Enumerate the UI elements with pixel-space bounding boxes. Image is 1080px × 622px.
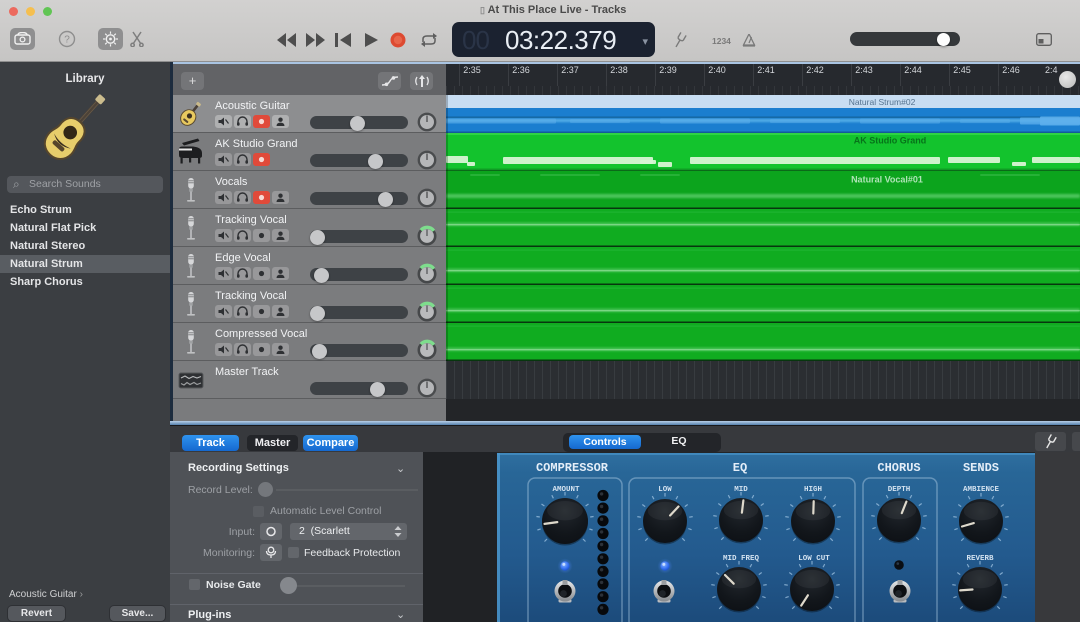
- svg-text:?: ?: [64, 35, 70, 46]
- svg-text:CHORUS: CHORUS: [877, 461, 920, 475]
- svg-text:AMOUNT: AMOUNT: [552, 486, 580, 494]
- svg-text:SENDS: SENDS: [963, 461, 999, 475]
- svg-text:COMPRESSOR: COMPRESSOR: [536, 461, 609, 475]
- svg-text:AMBIENCE: AMBIENCE: [963, 486, 1000, 494]
- svg-text:LOW CUT: LOW CUT: [798, 555, 830, 563]
- svg-text:MID FREQ: MID FREQ: [723, 555, 760, 563]
- svg-text:EQ: EQ: [733, 461, 747, 475]
- svg-text:HIGH: HIGH: [804, 486, 822, 494]
- svg-text:Natural Strum#02: Natural Strum#02: [849, 97, 916, 107]
- svg-text:Natural Vocal#01: Natural Vocal#01: [851, 175, 923, 185]
- svg-text:AK Studio Grand: AK Studio Grand: [854, 136, 927, 146]
- svg-text:LOW: LOW: [658, 486, 672, 494]
